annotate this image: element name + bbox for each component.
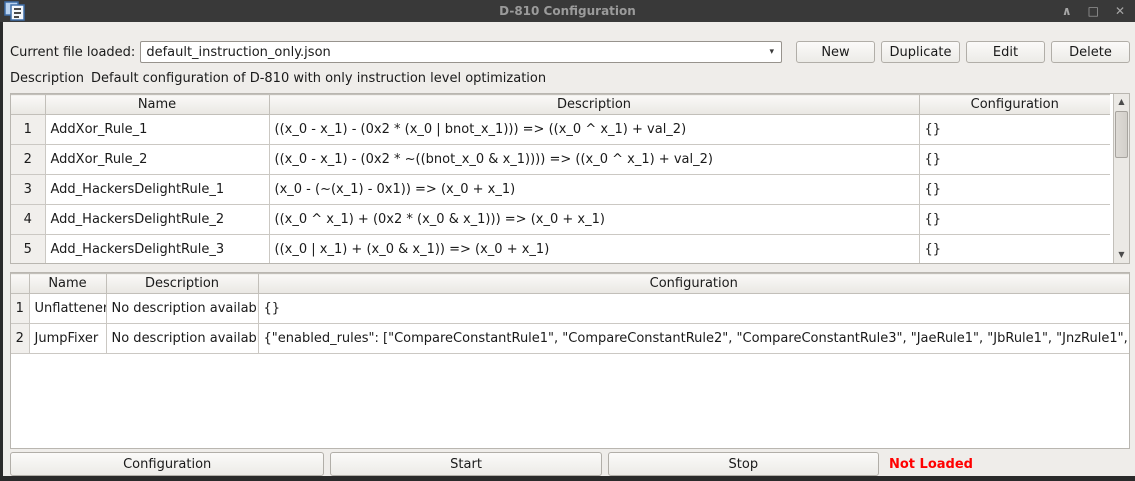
rule-description-cell[interactable]: ((x_0 ^ x_1) + (0x2 * (x_0 & x_1))) => (… (269, 205, 919, 235)
start-button[interactable]: Start (330, 452, 601, 476)
optimizer-description-cell[interactable]: No description available (106, 324, 258, 354)
corner-header[interactable] (11, 274, 29, 294)
column-header-name[interactable]: Name (45, 95, 269, 115)
scroll-up-icon[interactable]: ▲ (1114, 94, 1129, 110)
edit-button[interactable]: Edit (966, 41, 1045, 63)
column-header-name[interactable]: Name (29, 274, 106, 294)
rules-table-container: Name Description Configuration 1 AddXor_… (10, 93, 1130, 264)
rule-name-cell[interactable]: Add_HackersDelightRule_2 (45, 205, 269, 235)
optimizers-table: Name Description Configuration 1 Unflatt… (11, 273, 1129, 354)
optimizer-configuration-cell[interactable]: {"enabled_rules": ["CompareConstantRule1… (258, 324, 1129, 354)
chevron-down-icon: ▾ (769, 47, 774, 57)
optimizers-table-container: Name Description Configuration 1 Unflatt… (10, 272, 1130, 449)
rule-name-cell[interactable]: AddXor_Rule_1 (45, 115, 269, 145)
current-file-label: Current file loaded: (10, 45, 135, 60)
footer-buttons: Configuration Start Stop (10, 452, 879, 476)
column-header-configuration[interactable]: Configuration (258, 274, 1129, 294)
file-bar: Current file loaded: default_instruction… (10, 41, 1130, 63)
rules-table-header-row: Name Description Configuration (11, 95, 1110, 115)
description-value: Default configuration of D-810 with only… (91, 71, 546, 86)
optimizer-description-cell[interactable]: No description available (106, 294, 258, 324)
stop-button[interactable]: Stop (608, 452, 879, 476)
rule-description-cell[interactable]: ((x_0 | x_1) + (x_0 & x_1)) => (x_0 + x_… (269, 235, 919, 265)
combobox-value: default_instruction_only.json (146, 45, 330, 60)
rule-name-cell[interactable]: Add_HackersDelightRule_1 (45, 175, 269, 205)
d810-configuration-window: D-810 Configuration ∧ □ ✕ Current file l… (0, 0, 1135, 481)
row-number[interactable]: 2 (11, 145, 45, 175)
window-controls: ∧ □ ✕ (1062, 0, 1125, 22)
footer-bar: Configuration Start Stop Not Loaded (10, 452, 1130, 476)
table-row: 5 Add_HackersDelightRule_3 ((x_0 | x_1) … (11, 235, 1110, 265)
table-row: 1 Unflattener No description available {… (11, 294, 1129, 324)
row-number[interactable]: 2 (11, 324, 29, 354)
duplicate-button[interactable]: Duplicate (881, 41, 960, 63)
titlebar: D-810 Configuration ∧ □ ✕ (0, 0, 1135, 22)
new-button[interactable]: New (796, 41, 875, 63)
table-row: 1 AddXor_Rule_1 ((x_0 - x_1) - (0x2 * (x… (11, 115, 1110, 145)
rule-configuration-cell[interactable]: {} (919, 145, 1110, 175)
table-row: 2 AddXor_Rule_2 ((x_0 - x_1) - (0x2 * ~(… (11, 145, 1110, 175)
close-icon[interactable]: ✕ (1115, 0, 1125, 22)
status-badge: Not Loaded (889, 457, 973, 472)
configuration-button[interactable]: Configuration (10, 452, 324, 476)
minimize-icon[interactable]: ∧ (1062, 0, 1072, 22)
table-row: 3 Add_HackersDelightRule_1 (x_0 - (~(x_1… (11, 175, 1110, 205)
vertical-scrollbar[interactable]: ▲ ▼ (1113, 94, 1129, 263)
rule-description-cell[interactable]: ((x_0 - x_1) - (0x2 * ~((bnot_x_0 & x_1)… (269, 145, 919, 175)
row-number[interactable]: 1 (11, 294, 29, 324)
scroll-down-icon[interactable]: ▼ (1114, 247, 1129, 263)
column-header-description[interactable]: Description (106, 274, 258, 294)
column-header-description[interactable]: Description (269, 95, 919, 115)
window-title: D-810 Configuration (0, 4, 1135, 18)
rule-configuration-cell[interactable]: {} (919, 175, 1110, 205)
maximize-icon[interactable]: □ (1088, 0, 1099, 22)
optimizer-name-cell[interactable]: JumpFixer (29, 324, 106, 354)
app-icon (3, 1, 27, 21)
rule-name-cell[interactable]: Add_HackersDelightRule_3 (45, 235, 269, 265)
rule-configuration-cell[interactable]: {} (919, 235, 1110, 265)
optimizers-table-header-row: Name Description Configuration (11, 274, 1129, 294)
row-number[interactable]: 5 (11, 235, 45, 265)
rule-description-cell[interactable]: ((x_0 - x_1) - (0x2 * (x_0 | bnot_x_1)))… (269, 115, 919, 145)
optimizer-name-cell[interactable]: Unflattener (29, 294, 106, 324)
delete-button[interactable]: Delete (1051, 41, 1130, 63)
row-number[interactable]: 4 (11, 205, 45, 235)
config-file-combobox[interactable]: default_instruction_only.json ▾ (140, 41, 782, 63)
column-header-configuration[interactable]: Configuration (919, 95, 1110, 115)
rule-configuration-cell[interactable]: {} (919, 205, 1110, 235)
table-row: 2 JumpFixer No description available {"e… (11, 324, 1129, 354)
row-number[interactable]: 3 (11, 175, 45, 205)
row-number[interactable]: 1 (11, 115, 45, 145)
description-label: Description (10, 71, 84, 86)
table-row: 4 Add_HackersDelightRule_2 ((x_0 ^ x_1) … (11, 205, 1110, 235)
rule-description-cell[interactable]: (x_0 - (~(x_1) - 0x1)) => (x_0 + x_1) (269, 175, 919, 205)
rules-table: Name Description Configuration 1 AddXor_… (11, 94, 1110, 264)
corner-header[interactable] (11, 95, 45, 115)
rule-name-cell[interactable]: AddXor_Rule_2 (45, 145, 269, 175)
optimizer-configuration-cell[interactable]: {} (258, 294, 1129, 324)
rule-configuration-cell[interactable]: {} (919, 115, 1110, 145)
dialog-content: Current file loaded: default_instruction… (0, 22, 1135, 481)
description-row: Description Default configuration of D-81… (10, 71, 1130, 88)
scrollbar-thumb[interactable] (1115, 111, 1128, 158)
